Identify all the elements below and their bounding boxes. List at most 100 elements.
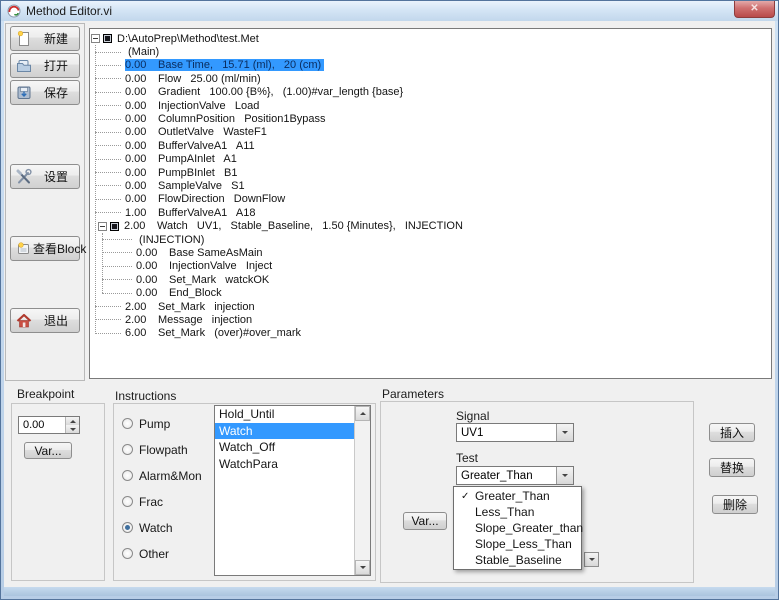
tree-connector-icon <box>95 159 121 160</box>
tree-row[interactable]: 0.00InjectionValve Load <box>95 99 771 112</box>
instruction-listbox[interactable]: Hold_UntilWatchWatch_OffWatchPara <box>214 405 371 576</box>
radio-frac[interactable]: Frac <box>122 495 163 508</box>
tree-row[interactable]: 2.00Set_Mark injection <box>95 300 771 313</box>
tree-row[interactable]: 0.00PumpAInlet A1 <box>95 153 771 166</box>
tree-row[interactable]: 0.00InjectionValve Inject <box>102 260 771 273</box>
chevron-down-icon[interactable] <box>556 424 573 441</box>
tree-row[interactable]: 0.00SampleValve S1 <box>95 179 771 192</box>
tree-row-time: 0.00 <box>125 180 158 192</box>
new-button[interactable]: 新建 <box>10 26 80 51</box>
open-button[interactable]: 打开 <box>10 53 80 78</box>
test-select[interactable]: Greater_Than <box>456 466 574 485</box>
tree-row[interactable]: 0.00Base SameAsMain <box>102 246 771 259</box>
breakpoint-var-button[interactable]: Var... <box>24 442 72 459</box>
scroll-down-icon[interactable] <box>355 560 370 575</box>
tree-row-content: 0.00InjectionValve Inject <box>136 260 272 272</box>
delete-button-label: 删除 <box>723 496 747 513</box>
settings-button[interactable]: 设置 <box>10 164 80 189</box>
tree-row[interactable]: (INJECTION) <box>102 233 771 246</box>
settings-icon <box>15 168 33 186</box>
tree-row[interactable]: (Main) <box>95 45 771 58</box>
tree-row[interactable]: 0.00FlowDirection DownFlow <box>95 193 771 206</box>
view-block-button[interactable]: 查看Block <box>10 236 80 261</box>
listbox-scrollbar[interactable] <box>354 406 370 575</box>
tree-row[interactable]: 0.00Gradient 100.00 {B%}, (1.00)#var_len… <box>95 86 771 99</box>
radio-circle-icon <box>122 522 133 533</box>
radio-label: Other <box>139 547 169 561</box>
list-item[interactable]: Watch_Off <box>215 439 354 456</box>
tree-row[interactable]: 0.00Base Time, 15.71 (ml), 20 (cm) <box>95 59 771 72</box>
tree-row[interactable]: 0.00Set_Mark watckOK <box>102 273 771 286</box>
radio-flowpath[interactable]: Flowpath <box>122 443 188 456</box>
breakpoint-spinner[interactable]: 0.00 <box>18 416 80 434</box>
tree-row[interactable]: 0.00Flow 25.00 (ml/min) <box>95 72 771 85</box>
radio-label: Flowpath <box>139 443 188 457</box>
radio-watch[interactable]: Watch <box>122 521 173 534</box>
close-icon: ✕ <box>750 4 758 14</box>
tree-row[interactable]: 0.00ColumnPosition Position1Bypass <box>95 112 771 125</box>
dropdown-item-label: Stable_Baseline <box>473 553 562 567</box>
tree-row[interactable]: 0.00OutletValve WasteF1 <box>95 126 771 139</box>
dropdown-item[interactable]: Less_Than <box>454 504 581 520</box>
hidden-select-arrow-icon[interactable] <box>584 552 599 567</box>
delete-button[interactable]: 删除 <box>712 495 758 514</box>
tree-row[interactable]: 2.00Message injection <box>95 313 771 326</box>
insert-button[interactable]: 插入 <box>709 423 755 442</box>
tree-connector-icon <box>102 279 132 280</box>
radio-alarm-mon[interactable]: Alarm&Mon <box>122 469 202 482</box>
tree-row[interactable]: 0.00End_Block <box>102 286 771 299</box>
dropdown-item[interactable]: Slope_Less_Than <box>454 536 581 552</box>
exit-button[interactable]: 退出 <box>10 308 80 333</box>
tree-row-text: PumpAInlet A1 <box>158 153 237 165</box>
dropdown-item[interactable]: Stable_Baseline <box>454 552 581 568</box>
radio-circle-icon <box>122 548 133 559</box>
chevron-down-icon[interactable] <box>556 467 573 484</box>
toolbar-panel: 新建 打开 保存 <box>5 23 85 381</box>
tree-row-text: InjectionValve Inject <box>169 260 272 272</box>
signal-select[interactable]: UV1 <box>456 423 574 442</box>
spinner-up-icon[interactable] <box>66 417 79 425</box>
tree-row-content: 0.00Base Time, 15.71 (ml), 20 (cm) <box>125 59 324 71</box>
dropdown-item[interactable]: ✓Greater_Than <box>454 488 581 504</box>
tree-row[interactable]: D:\AutoPrep\Method\test.Met <box>91 32 771 45</box>
tree-guide-line <box>95 45 96 334</box>
tree-row-time: 1.00 <box>125 207 158 219</box>
tree-row-text: ColumnPosition Position1Bypass <box>158 113 326 125</box>
dropdown-item-label: Slope_Less_Than <box>473 537 572 551</box>
tree-row[interactable]: 2.00Watch UV1, Stable_Baseline, 1.50 {Mi… <box>98 219 771 232</box>
list-item[interactable]: Watch <box>215 423 354 440</box>
tree-connector-icon <box>95 319 121 320</box>
radio-label: Watch <box>139 521 173 535</box>
method-tree[interactable]: D:\AutoPrep\Method\test.Met(Main)0.00Bas… <box>89 28 772 379</box>
parameters-group-label: Parameters <box>382 387 444 401</box>
tree-row[interactable]: 6.00Set_Mark (over)#over_mark <box>95 327 771 340</box>
list-item[interactable]: WatchPara <box>215 456 354 473</box>
save-button[interactable]: 保存 <box>10 80 80 105</box>
tree-row-time: 0.00 <box>125 73 158 85</box>
tree-row[interactable]: 0.00PumpBInlet B1 <box>95 166 771 179</box>
method-node-icon <box>103 34 112 43</box>
tree-row-text: Set_Mark watckOK <box>169 274 269 286</box>
close-button[interactable]: ✕ <box>734 1 775 18</box>
collapse-toggle-icon[interactable] <box>91 34 100 43</box>
tree-row[interactable]: 0.00BufferValveA1 A11 <box>95 139 771 152</box>
replace-button[interactable]: 替换 <box>709 458 755 477</box>
spinner-down-icon[interactable] <box>66 425 79 433</box>
exit-button-label: 退出 <box>33 312 79 329</box>
dropdown-item-label: Less_Than <box>473 505 534 519</box>
tree-connector-icon <box>95 105 121 106</box>
collapse-toggle-icon[interactable] <box>98 222 107 231</box>
radio-other[interactable]: Other <box>122 547 169 560</box>
tree-row-content: 0.00Base SameAsMain <box>136 247 263 259</box>
scroll-up-icon[interactable] <box>355 406 370 421</box>
list-item[interactable]: Hold_Until <box>215 406 354 423</box>
dropdown-item[interactable]: Slope_Greater_than <box>454 520 581 536</box>
tree-row-text: D:\AutoPrep\Method\test.Met <box>117 33 259 45</box>
new-button-label: 新建 <box>33 30 79 47</box>
parameters-var-button[interactable]: Var... <box>403 512 447 530</box>
tree-row[interactable]: 1.00BufferValveA1 A18 <box>95 206 771 219</box>
tree-connector-icon <box>102 252 132 253</box>
tree-connector-icon <box>95 212 121 213</box>
radio-pump[interactable]: Pump <box>122 417 170 430</box>
instruction-radio-list: Pump Flowpath Alarm&Mon Frac Watch Other <box>122 417 212 567</box>
